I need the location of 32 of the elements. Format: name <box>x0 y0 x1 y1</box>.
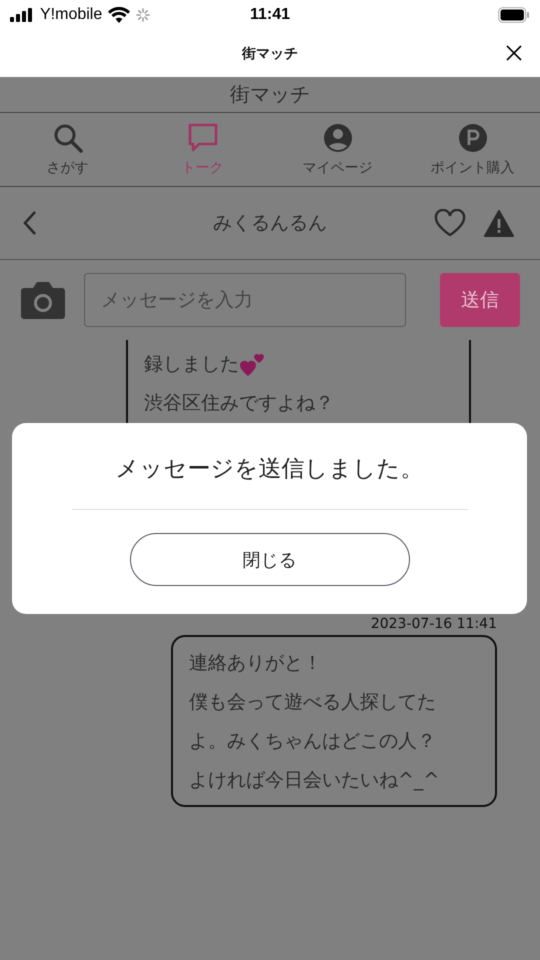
signal-icon <box>10 8 34 22</box>
battery-icon <box>498 7 530 23</box>
nav-tab[interactable]: ポイント購入 <box>405 113 540 186</box>
close-button[interactable]: 閉じる <box>130 533 410 586</box>
points-icon <box>458 122 488 152</box>
camera-icon[interactable] <box>20 280 66 320</box>
message-text: 連絡ありがと！ <box>189 650 322 676</box>
loading-icon <box>136 8 150 22</box>
message-text: 渋谷区住みですよね？ <box>144 390 334 416</box>
close-icon[interactable] <box>506 45 522 61</box>
message-text: よければ今日会いたいね^_^ <box>189 768 440 792</box>
dialog-message: メッセージを送信しました。 <box>116 455 424 484</box>
message-time: 2023-07-16 11:41 <box>370 616 497 632</box>
wifi-icon <box>108 7 130 23</box>
message-text: よ。みくちゃんはどこの人？ <box>189 728 436 754</box>
nav-tab[interactable]: マイページ <box>270 113 405 186</box>
warning-icon[interactable] <box>484 210 514 236</box>
back-icon[interactable] <box>22 210 38 236</box>
user-icon <box>322 122 352 152</box>
nav-tab[interactable]: さがす <box>0 113 135 186</box>
message-input[interactable]: メッセージを入力 <box>84 273 406 327</box>
partner-name: みくるんるん <box>213 211 327 236</box>
carrier-name: Y!mobile <box>40 6 102 24</box>
send-button[interactable]: 送信 <box>440 273 520 327</box>
clock-time: 11:41 <box>250 6 290 24</box>
browser-title: 街マッチ <box>242 44 298 62</box>
message-text: 僕も会って遊べる人探してた <box>189 690 436 714</box>
heart-icon[interactable] <box>434 209 466 237</box>
app-title: 街マッチ <box>230 81 310 108</box>
search-icon <box>52 122 82 152</box>
message-text: 録しました <box>144 352 239 376</box>
speech-bubble-icon <box>186 122 218 152</box>
